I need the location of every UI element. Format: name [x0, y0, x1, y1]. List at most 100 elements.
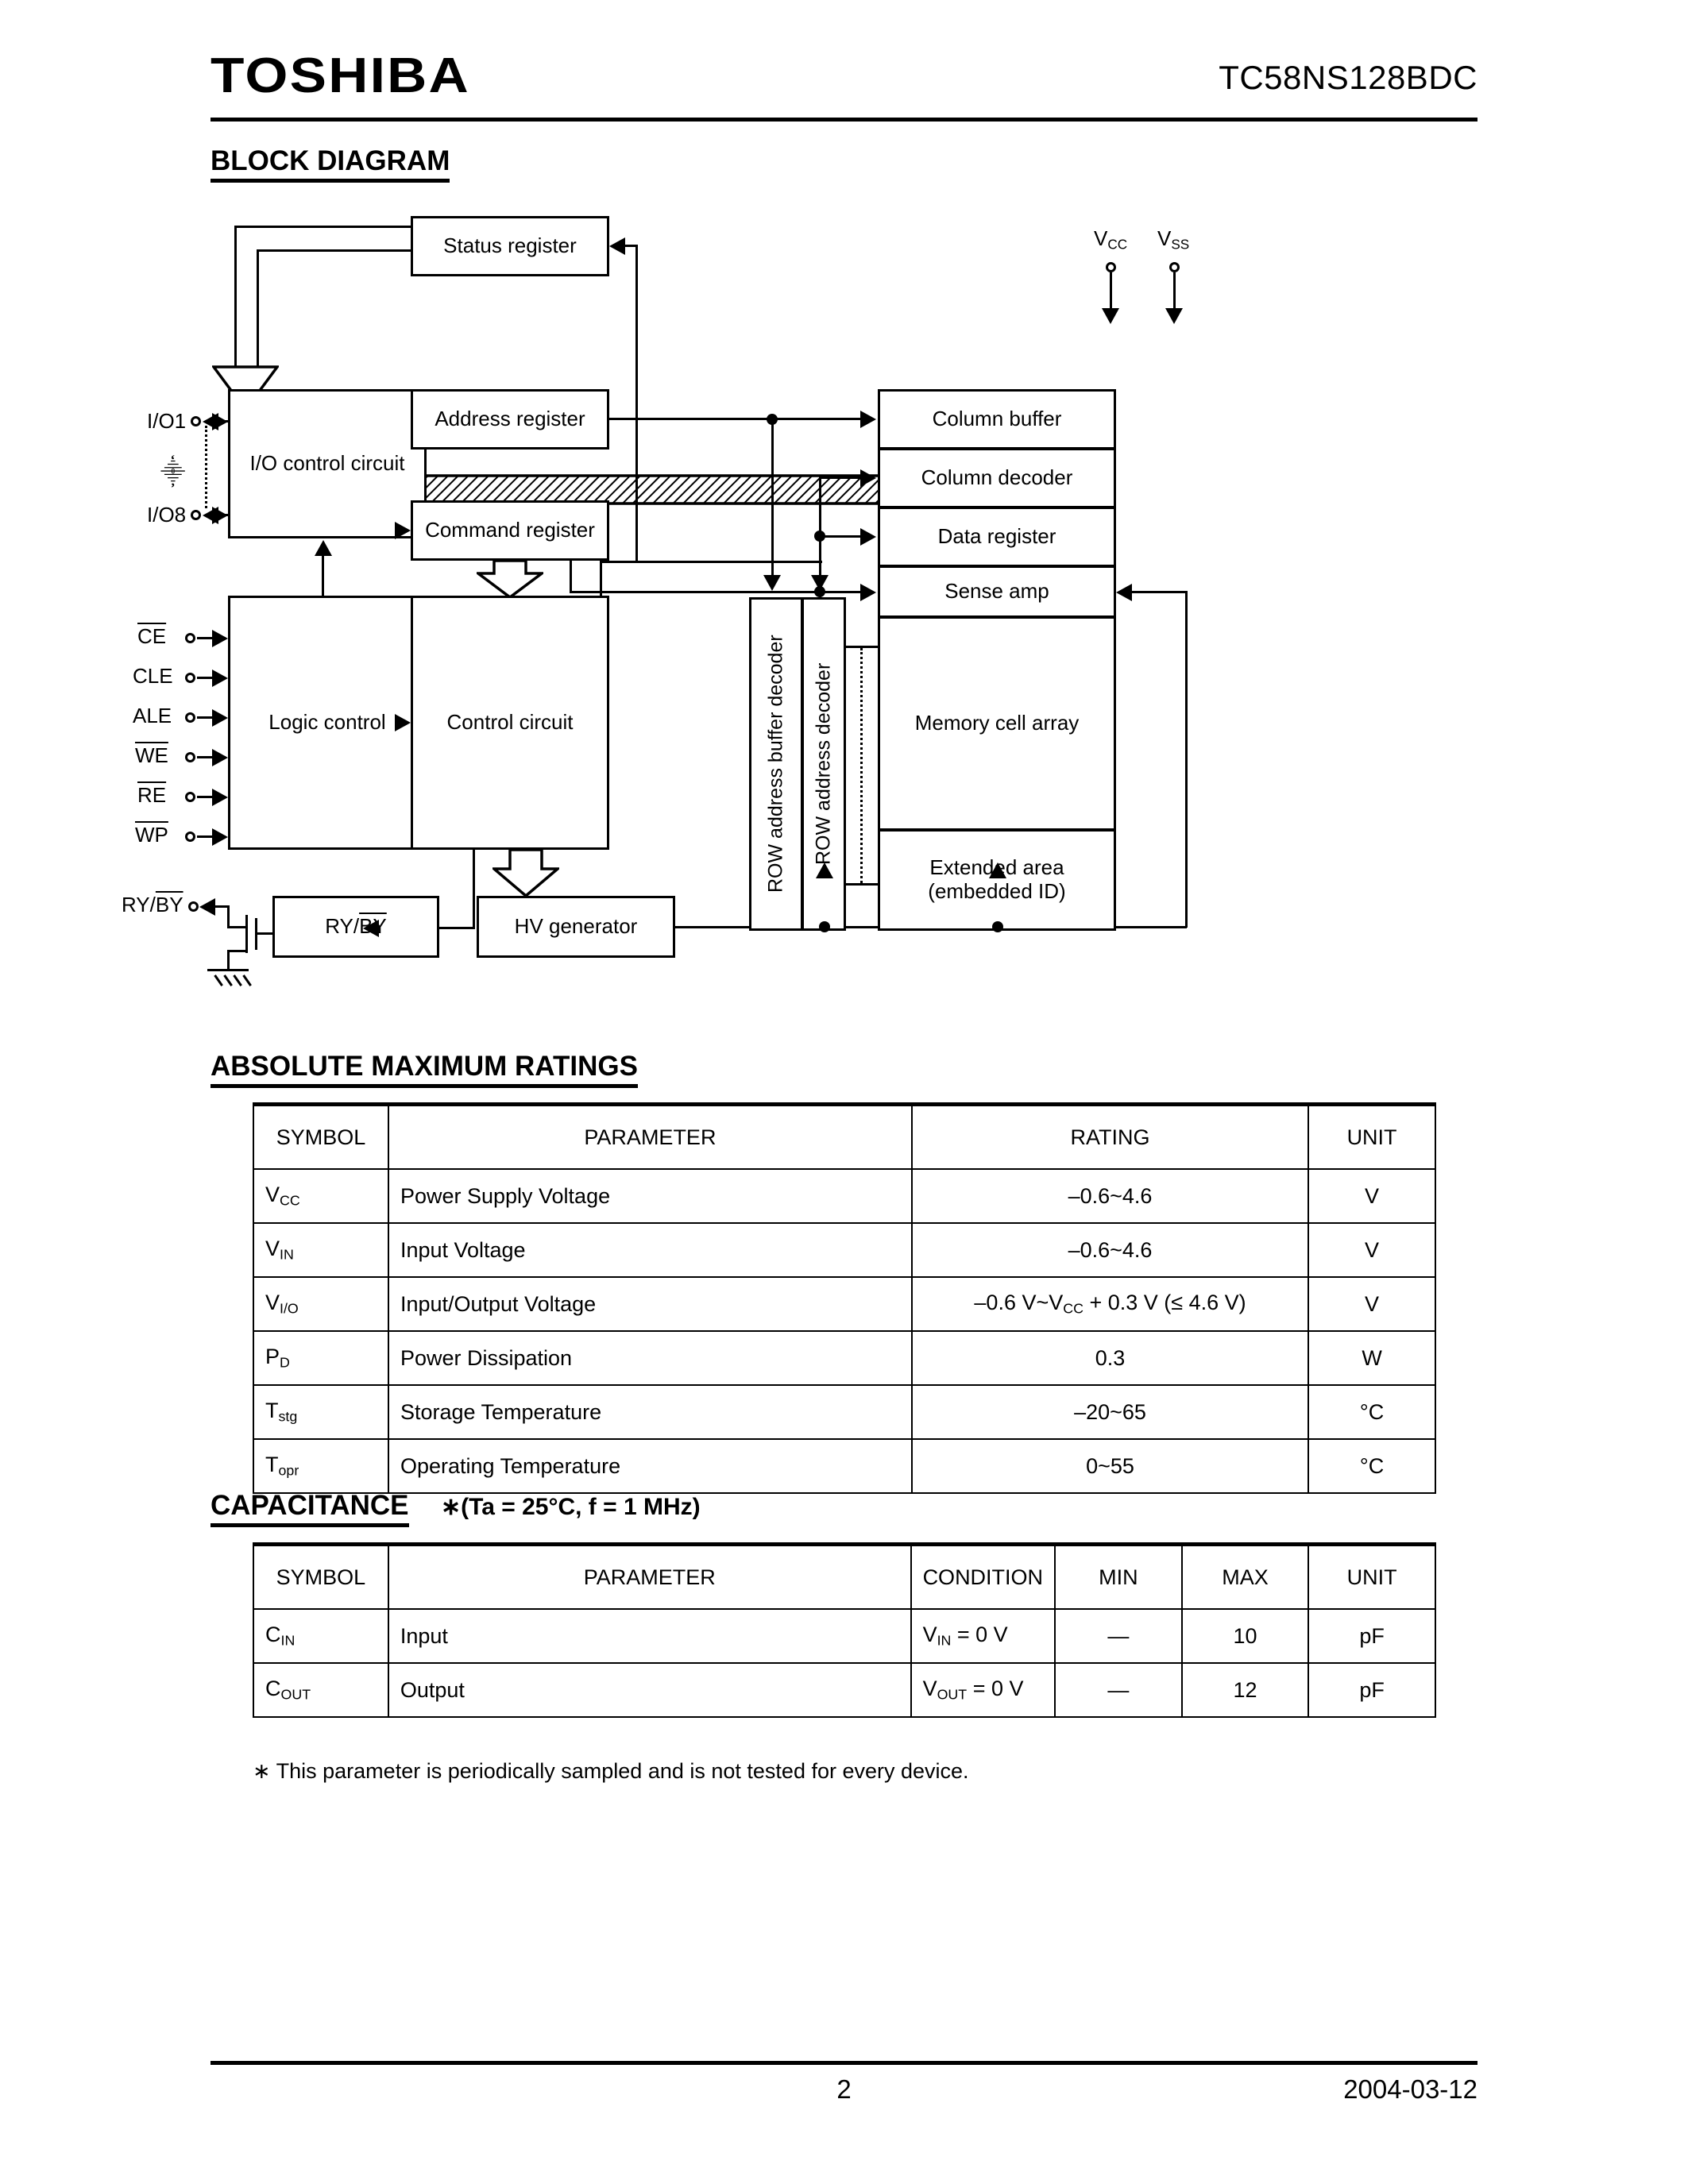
arrowhead-into-ryby-block	[363, 920, 379, 937]
pin-label-ce: CE	[137, 624, 167, 648]
wire-ryby-source-v	[227, 950, 230, 970]
wire-ryby-drain	[227, 905, 230, 928]
cell-unit: pF	[1308, 1608, 1436, 1664]
wire-control-to-rails	[570, 591, 822, 593]
wire-control-to-ryby-v	[473, 850, 475, 929]
col-header-min: MIN	[1054, 1542, 1183, 1610]
pin-label-vcc: VCC	[1094, 226, 1128, 253]
arrowhead-into-sense-amp	[860, 584, 876, 601]
wire-wordline-bottom	[844, 883, 878, 886]
part-number: TC58NS128BDC	[1219, 59, 1477, 96]
pin-label-we: WE	[135, 743, 168, 767]
arrowhead-into-column-buffer	[860, 411, 876, 428]
wire-sense-amp-feedback-v	[1185, 591, 1188, 928]
block-hv-generator: HV generator	[477, 896, 675, 958]
cell-parameter: Operating Temperature	[387, 1438, 913, 1494]
wire-sense-amp-feedback-h	[1130, 591, 1188, 593]
arrowhead-io8-right	[212, 507, 228, 524]
cell-symbol: VIN	[253, 1222, 389, 1278]
arrowhead-io1-right	[212, 413, 228, 430]
block-ry-by: RY/BY	[272, 896, 439, 958]
col-header-unit: UNIT	[1308, 1102, 1436, 1170]
ground-symbol-hatch3	[233, 974, 242, 986]
absolute-maximum-ratings-table: SYMBOL PARAMETER RATING UNIT VCC Power Su…	[253, 1102, 1436, 1494]
pin-label-ale: ALE	[133, 704, 172, 727]
arrowhead-into-column-decoder	[860, 469, 876, 487]
cell-max: 12	[1180, 1662, 1310, 1718]
wire-to-sense-amp	[819, 591, 863, 593]
arrowhead-into-status-register	[609, 237, 625, 255]
wire-io-bus-dotted	[205, 426, 207, 508]
block-row-address-buffer-decoder: ROW address buffer decoder	[749, 597, 803, 931]
junction-dot-address-bus	[767, 414, 778, 425]
wire-control-rail-upper	[600, 561, 822, 563]
arrowhead-ry-by	[199, 898, 215, 916]
cell-rating: –0.6 V~VCC + 0.3 V (≤ 4.6 V)	[910, 1276, 1310, 1332]
cell-symbol: VCC	[253, 1168, 389, 1224]
arrowhead-logic-to-io	[315, 540, 332, 556]
pin-label-ry-by: RY/BY	[122, 893, 183, 916]
cell-rating: –0.6~4.6	[910, 1222, 1310, 1278]
block-command-register: Command register	[411, 500, 609, 561]
footer-rule	[211, 2061, 1477, 2065]
cell-parameter: Input Voltage	[387, 1222, 913, 1278]
arrowhead-logic-to-control	[395, 714, 411, 731]
section-title-abs-max: ABSOLUTE MAXIMUM RATINGS	[211, 1051, 638, 1088]
arrowhead-into-command-register	[395, 522, 411, 539]
wire-wordline-dotted	[860, 648, 863, 883]
cell-parameter: Output	[387, 1662, 912, 1718]
cell-rating: –0.6~4.6	[910, 1168, 1310, 1224]
terminal-we	[185, 752, 195, 762]
cell-parameter: Input/Output Voltage	[387, 1276, 913, 1332]
toshiba-logo: TOSHIBA	[211, 48, 470, 103]
terminal-io1	[191, 416, 201, 426]
pin-label-cle: CLE	[133, 664, 173, 688]
header-rule	[211, 118, 1477, 122]
col-header-parameter: PARAMETER	[387, 1542, 912, 1610]
table-row: COUT Output VOUT = 0 V —12 pF	[253, 1662, 1436, 1718]
table-footnote: ∗ This parameter is periodically sampled…	[253, 1759, 969, 1783]
arrowhead-we	[212, 749, 228, 766]
cell-unit: °C	[1308, 1438, 1436, 1494]
wire-control-rail-riser2	[600, 561, 602, 597]
ground-symbol-hatch1	[214, 974, 223, 986]
junction-dot-hv-array	[992, 921, 1003, 932]
section-title-capacitance: CAPACITANCE	[211, 1491, 409, 1527]
block-io-control-circuit: I/O control circuit	[228, 389, 427, 538]
block-column-decoder: Column decoder	[878, 448, 1116, 508]
page-header: TOSHIBA TC58NS128BDC	[211, 48, 1477, 111]
pin-label-re: RE	[137, 783, 167, 807]
block-status-register: Status register	[411, 216, 609, 276]
hollow-arrow-control-to-hv	[492, 850, 559, 897]
block-memory-cell-array: Memory cell array	[878, 616, 1116, 831]
arrowhead-ale	[212, 709, 228, 727]
table-header-row: SYMBOL PARAMETER RATING UNIT	[253, 1102, 1436, 1170]
table-row: CIN Input VIN = 0 V —10 pF	[253, 1608, 1436, 1664]
cell-unit: V	[1308, 1168, 1436, 1224]
wire-status-left-outer	[234, 226, 237, 372]
table-row: VIN Input Voltage –0.6~4.6 V	[253, 1222, 1436, 1278]
table-row: VI/O Input/Output Voltage –0.6 V~VCC + 0.3…	[253, 1276, 1436, 1332]
wire-transistor-gate	[255, 932, 272, 935]
section-title-block-diagram: BLOCK DIAGRAM	[211, 146, 450, 183]
ground-symbol-hatch4	[242, 974, 252, 986]
arrowhead-ce	[212, 630, 228, 647]
cell-min: —	[1054, 1662, 1183, 1718]
terminal-re	[185, 792, 195, 802]
cell-condition: VOUT = 0 V	[910, 1662, 1056, 1718]
terminal-wp	[185, 832, 195, 842]
cell-rating: 0~55	[910, 1438, 1310, 1494]
cell-symbol: COUT	[253, 1662, 389, 1718]
arrowhead-re	[212, 789, 228, 806]
cell-parameter: Power Dissipation	[387, 1330, 913, 1386]
cell-symbol: Topr	[253, 1438, 389, 1494]
wire-status-out-top	[234, 226, 412, 228]
pin-label-wp: WP	[135, 823, 168, 847]
col-header-unit: UNIT	[1308, 1542, 1436, 1610]
cell-symbol: Tstg	[253, 1384, 389, 1440]
ground-symbol-bar1	[207, 969, 249, 971]
wire-ryby-source-h	[227, 950, 248, 952]
arrowhead-hv-to-extended-area	[989, 862, 1006, 878]
block-sense-amp: Sense amp	[878, 565, 1116, 618]
cell-unit: V	[1308, 1222, 1436, 1278]
